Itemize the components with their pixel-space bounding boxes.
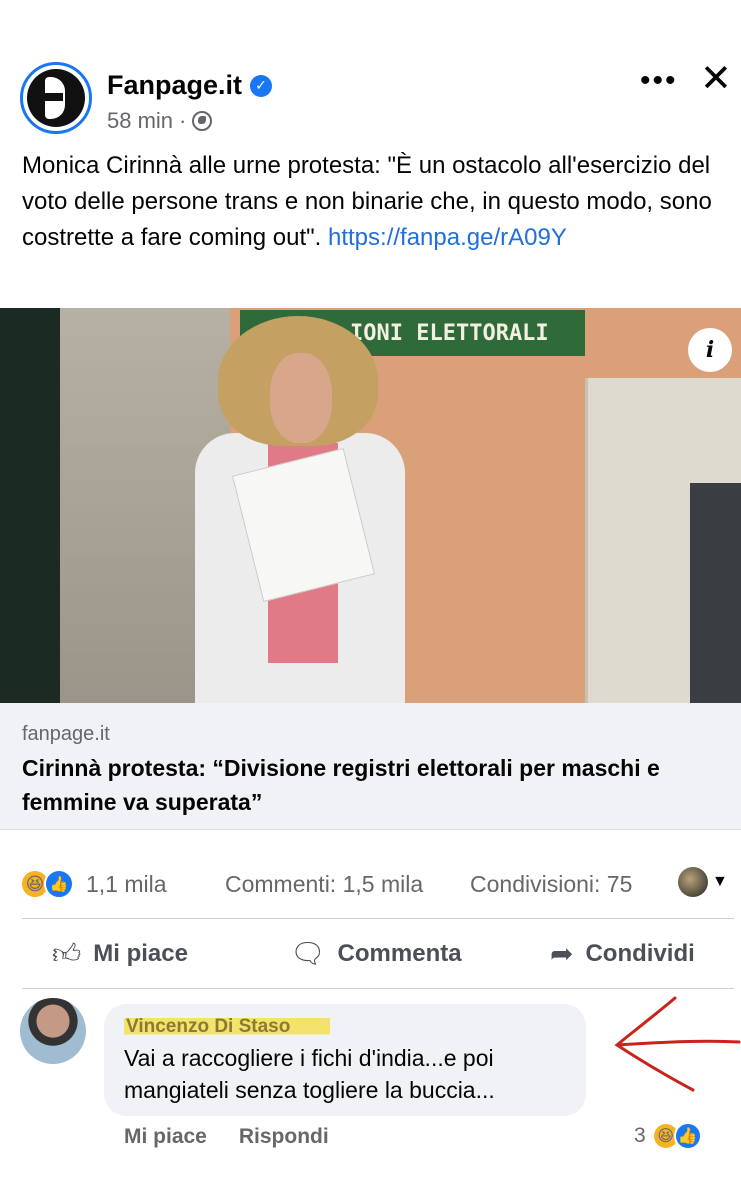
like-label: Mi piace xyxy=(93,940,188,967)
reaction-icons[interactable]: 😆 👍 xyxy=(20,869,74,899)
comment-button[interactable]: 🗨︎ Commenta xyxy=(290,937,462,970)
share-button[interactable]: ➦ Condividi xyxy=(550,937,695,970)
reaction-count[interactable]: 1,1 mila xyxy=(86,871,167,898)
post-header: Fanpage.it ✓ 58 min · ••• ✕ xyxy=(0,0,741,145)
link-title[interactable]: Cirinnà protesta: “Divisione registri el… xyxy=(22,751,734,819)
thumbs-up-icon: 👍︎ xyxy=(52,938,82,969)
link-preview-card[interactable]: fanpage.it Cirinnà protesta: “Divisione … xyxy=(0,703,741,830)
comment-reply-button[interactable]: Rispondi xyxy=(239,1125,329,1149)
comment-label: Commenta xyxy=(337,939,462,967)
close-button[interactable]: ✕ xyxy=(700,56,732,101)
page-name-label[interactable]: Fanpage.it xyxy=(107,70,242,101)
red-arrow-annotation xyxy=(614,996,741,1092)
page-name[interactable]: Fanpage.it ✓ xyxy=(107,70,273,101)
share-label: Condividi xyxy=(585,939,695,967)
comment-reactions[interactable]: 3 😆 👍 xyxy=(634,1122,702,1150)
post-time[interactable]: 58 min xyxy=(107,108,173,134)
divider xyxy=(22,988,734,989)
like-reaction-icon: 👍 xyxy=(44,869,74,899)
link-domain: fanpage.it xyxy=(22,723,110,745)
post-actions: 👍︎ Mi piace 🗨︎ Commenta ➦ Condividi xyxy=(0,925,741,985)
divider xyxy=(22,918,734,919)
shares-count[interactable]: Condivisioni: 75 xyxy=(470,871,632,898)
page-avatar[interactable] xyxy=(20,62,92,134)
meta-separator: · xyxy=(179,108,187,133)
info-button[interactable]: i xyxy=(688,328,732,372)
fanpage-logo-icon xyxy=(27,69,85,127)
post-link[interactable]: https://fanpa.ge/rA09Y xyxy=(328,224,567,251)
comment-bubble: Vincenzo Di Staso Vai a raccogliere i fi… xyxy=(104,1004,586,1116)
comment-actions: Mi piace Rispondi xyxy=(124,1125,329,1149)
photo-door xyxy=(0,308,60,703)
comment-text: Vai a raccogliere i fichi d'india...e po… xyxy=(124,1045,495,1103)
caret-down-icon[interactable]: ▼ xyxy=(712,873,728,891)
globe-icon xyxy=(192,111,213,131)
post-meta: 58 min · xyxy=(107,108,213,134)
post-text: Monica Cirinnà alle urne protesta: "È un… xyxy=(22,148,734,256)
more-options-button[interactable]: ••• xyxy=(640,64,678,98)
verified-badge-icon: ✓ xyxy=(250,74,273,97)
photo-dark-panel xyxy=(690,483,741,703)
speech-bubble-icon: 🗨︎ xyxy=(290,938,326,969)
share-arrow-icon: ➦ xyxy=(550,938,574,969)
viewer-avatar[interactable] xyxy=(678,867,708,897)
commenter-avatar[interactable] xyxy=(20,998,86,1064)
photo-person-face xyxy=(270,353,332,443)
comment-like-button[interactable]: Mi piace xyxy=(124,1125,207,1149)
like-button[interactable]: 👍︎ Mi piace xyxy=(52,937,188,971)
comment-author[interactable]: Vincenzo Di Staso xyxy=(124,1016,331,1038)
like-reaction-icon: 👍 xyxy=(673,1122,702,1150)
post-photo[interactable]: IONI ELETTORALI xyxy=(0,308,741,703)
comments-count[interactable]: Commenti: 1,5 mila xyxy=(225,871,423,898)
comment-reaction-count: 3 xyxy=(634,1124,646,1147)
reactions-row: 😆 👍 1,1 mila Commenti: 1,5 mila Condivis… xyxy=(0,865,741,905)
